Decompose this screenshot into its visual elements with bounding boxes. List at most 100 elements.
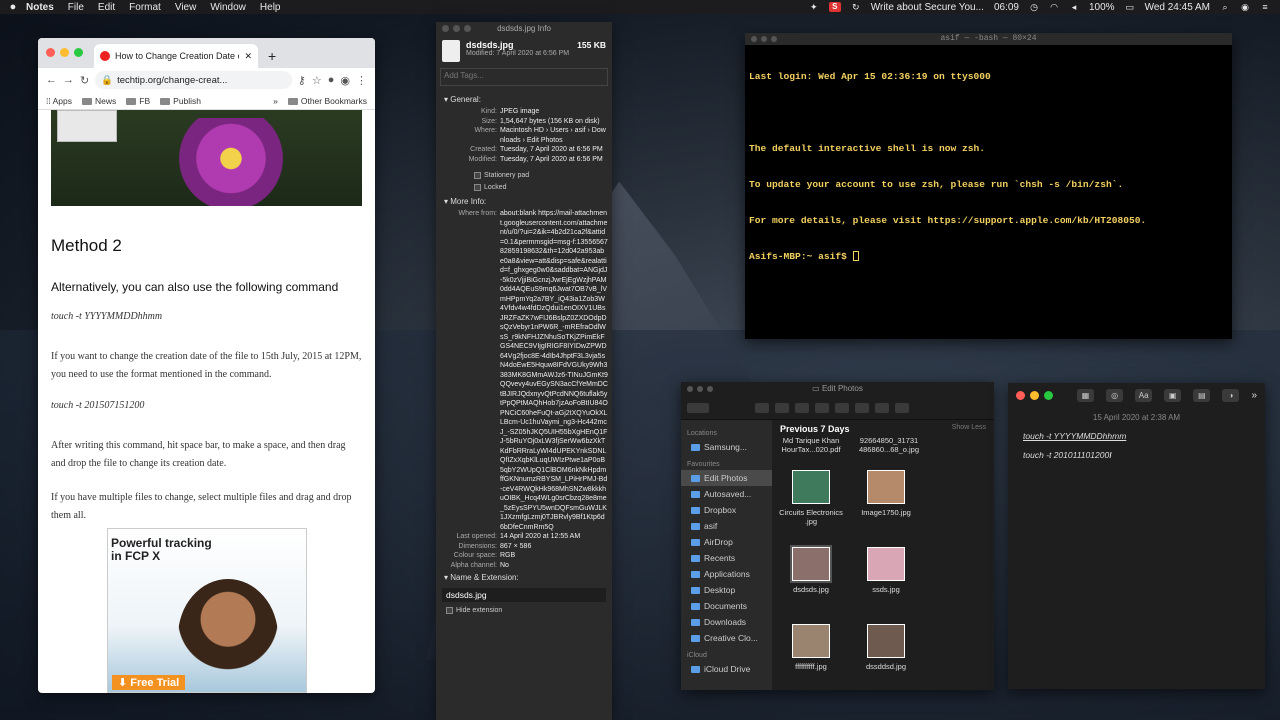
minimize-window-button[interactable]	[1030, 390, 1039, 400]
minimize-window-button[interactable]	[697, 386, 703, 392]
group-button[interactable]	[835, 402, 849, 413]
ad-free-trial-button[interactable]: ⬇ Free Trial	[112, 675, 186, 690]
bookmark-apps[interactable]: ⁞⁞ Apps	[46, 96, 72, 106]
tag-button[interactable]	[895, 402, 909, 413]
sidebar-item[interactable]: Creative Clo...	[681, 630, 772, 646]
minimize-window-button[interactable]	[453, 25, 460, 32]
back-forward-button[interactable]	[687, 402, 709, 413]
refresh-icon[interactable]: ↻	[851, 2, 861, 12]
advertisement-banner[interactable]: Powerful tracking in FCP X ⬇ Free Trial	[107, 528, 307, 693]
timer-icon[interactable]: ◷	[1029, 2, 1039, 12]
close-window-button[interactable]	[1016, 390, 1025, 400]
show-less-link[interactable]: Show Less	[952, 424, 986, 434]
view-gallery-button[interactable]	[815, 402, 829, 413]
file-item[interactable]: 92664850_31731 486860...68_o.jpg	[852, 436, 926, 454]
close-window-button[interactable]	[751, 36, 757, 42]
back-icon[interactable]: ←	[46, 74, 57, 86]
reload-icon[interactable]: ↻	[80, 74, 89, 87]
checklist-icon[interactable]: ◎	[1106, 388, 1124, 402]
browser-menu-icon[interactable]: ⋮	[356, 74, 367, 87]
file-item[interactable]: dsdsds.jpg	[774, 545, 848, 594]
file-item[interactable]: ssds.jpg	[849, 547, 923, 594]
menubar-datetime[interactable]: Wed 24:45 AM	[1145, 2, 1210, 13]
close-window-button[interactable]	[46, 48, 55, 57]
terminal-prompt-line[interactable]: Asifs-MBP:~ asif$	[749, 251, 1228, 263]
hide-extension-checkbox[interactable]: Hide extension	[436, 605, 612, 617]
bookmark-other[interactable]: Other Bookmarks	[287, 96, 367, 106]
sidebar-item[interactable]: Applications	[681, 566, 772, 582]
file-item[interactable]: dssddsd.jpg	[849, 624, 923, 671]
volume-icon[interactable]: ◂	[1069, 2, 1079, 12]
sidebar-item[interactable]: Edit Photos	[681, 470, 772, 486]
sidebar-item[interactable]: AirDrop	[681, 534, 772, 550]
sidebar-item[interactable]: Dropbox	[681, 502, 772, 518]
general-section-toggle[interactable]: ▾ General:	[436, 92, 612, 107]
sidebar-item[interactable]: asif	[681, 518, 772, 534]
media-icon[interactable]: ▤	[1193, 388, 1211, 402]
file-name-field[interactable]: dsdsds.jpg	[442, 588, 606, 602]
forward-icon[interactable]: →	[63, 74, 74, 86]
minimize-window-button[interactable]	[761, 36, 767, 42]
menu-app-name[interactable]: Notes	[26, 2, 54, 13]
zoom-window-button[interactable]	[74, 48, 83, 57]
file-item[interactable]: Md Tarique Khan HourTax...020.pdf	[774, 436, 848, 454]
profile-avatar-icon[interactable]: ◉	[340, 74, 350, 87]
menu-format[interactable]: Format	[129, 2, 161, 13]
terminal-window[interactable]: asif — -bash — 80×24 Last login: Wed Apr…	[745, 33, 1232, 339]
file-item[interactable]: Image1750.jpg	[849, 470, 923, 517]
action-gear-icon[interactable]	[855, 402, 869, 413]
sidebar-item[interactable]: Autosaved...	[681, 486, 772, 502]
note-line-1[interactable]: touch -t YYYYMMDDhhmm	[1008, 431, 1265, 441]
spotlight-search-icon[interactable]: ⌕	[1220, 2, 1230, 12]
close-tab-icon[interactable]: ✕	[244, 51, 252, 62]
format-text-icon[interactable]: Aa	[1135, 388, 1153, 402]
bookmarks-overflow-icon[interactable]: »	[273, 96, 278, 106]
tags-field[interactable]: Add Tags...	[440, 68, 608, 86]
browser-tab-active[interactable]: How to Change Creation Date of ✕	[94, 44, 258, 68]
note-line-2[interactable]: touch -t 201011101200Ι	[1008, 450, 1265, 460]
zoom-window-button[interactable]	[1044, 390, 1053, 400]
user-avatar-icon[interactable]: ◉	[1240, 2, 1250, 12]
wifi-icon[interactable]: ◠	[1049, 2, 1059, 12]
sidebar-item-icloud-drive[interactable]: iCloud Drive	[681, 661, 772, 677]
bookmark-fb[interactable]: FB	[126, 96, 150, 106]
key-icon[interactable]: ⚷	[298, 74, 306, 87]
menu-help[interactable]: Help	[260, 2, 281, 13]
menu-window[interactable]: Window	[210, 2, 246, 13]
file-item[interactable]: ffffffffff.jpg	[774, 624, 848, 671]
battery-percent[interactable]: 100%	[1089, 2, 1115, 13]
zoom-window-button[interactable]	[707, 386, 713, 392]
status-note-text[interactable]: Write about Secure You...	[871, 2, 984, 13]
view-columns-button[interactable]	[795, 402, 809, 413]
sidebar-item[interactable]: Recents	[681, 550, 772, 566]
lock-note-icon[interactable]: ▣	[1164, 388, 1182, 402]
sidebar-item[interactable]: Documents	[681, 598, 772, 614]
more-info-section-toggle[interactable]: ▾ More Info:	[436, 194, 612, 209]
bookmark-publish[interactable]: Publish	[160, 96, 201, 106]
toolbar-overflow-icon[interactable]: »	[1251, 390, 1257, 401]
bookmark-news[interactable]: News	[82, 96, 116, 106]
view-list-button[interactable]	[775, 402, 789, 413]
bookmark-star-icon[interactable]: ☆	[312, 74, 322, 87]
menu-edit[interactable]: Edit	[98, 2, 115, 13]
microphone-icon[interactable]: ●	[328, 74, 335, 86]
close-window-button[interactable]	[442, 25, 449, 32]
address-bar[interactable]: 🔒 techtip.org/change-creat...	[95, 71, 292, 89]
battery-icon[interactable]: ▭	[1125, 2, 1135, 12]
menu-view[interactable]: View	[175, 2, 197, 13]
share-button[interactable]	[875, 402, 889, 413]
collaborate-icon[interactable]: ◑	[1222, 388, 1240, 402]
apple-menu-icon[interactable]: ●	[0, 1, 26, 13]
dropbox-icon[interactable]: ✦	[809, 2, 819, 12]
new-tab-button[interactable]: +	[268, 48, 276, 64]
name-extension-section-toggle[interactable]: ▾ Name & Extension:	[436, 570, 612, 585]
file-item[interactable]: Circuits Electronics .jpg	[774, 470, 848, 526]
stationery-checkbox[interactable]: Stationery pad	[436, 170, 612, 182]
close-window-button[interactable]	[687, 386, 693, 392]
minimize-window-button[interactable]	[60, 48, 69, 57]
menu-file[interactable]: File	[68, 2, 84, 13]
screen-recorder-icon[interactable]: S	[828, 2, 841, 12]
view-icons-button[interactable]	[755, 402, 769, 413]
table-icon[interactable]: ▦	[1077, 388, 1095, 402]
zoom-window-button[interactable]	[771, 36, 777, 42]
